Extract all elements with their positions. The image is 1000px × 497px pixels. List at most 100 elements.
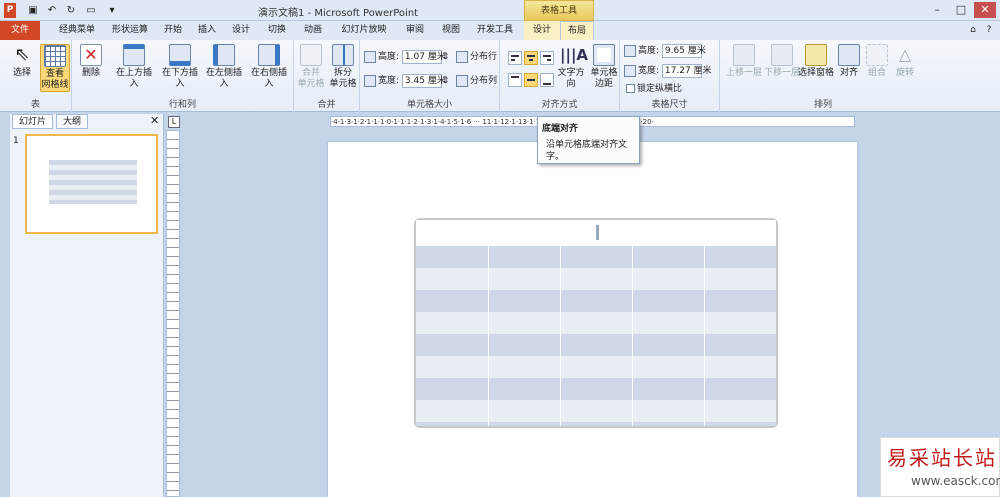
align-right-button[interactable] xyxy=(540,51,554,65)
tab-file[interactable]: 文件 xyxy=(0,21,40,40)
align-middle-button[interactable] xyxy=(524,73,538,87)
tab-classic-menu[interactable]: 经典菜单 xyxy=(54,21,100,40)
cell-height-spinner-icon[interactable]: ⇕ xyxy=(442,52,450,62)
text-direction-button[interactable]: |||A 文字方向 xyxy=(556,44,589,90)
insert-above-button[interactable]: 在上方插入 xyxy=(112,44,156,90)
selection-pane-icon xyxy=(805,44,827,66)
row-height-icon xyxy=(364,50,376,63)
slide-thumbnail[interactable] xyxy=(25,134,158,234)
group-arrange: 上移一层 下移一层 选择窗格 对齐 组合 △ 旋转 排列 xyxy=(720,40,926,112)
ribbon: ⇖ 选择 查看 网格线 表 ✕ 删除 在上方插入 在下方插入 在左侧插入 在右侧… xyxy=(0,40,1000,112)
group-objects-button[interactable]: 组合 xyxy=(864,44,890,79)
tooltip: 底端对齐 沿单元格底端对齐文字。 xyxy=(537,116,640,164)
slide-table[interactable] xyxy=(414,218,778,428)
insert-above-icon xyxy=(123,44,145,66)
lock-aspect-checkbox[interactable] xyxy=(626,84,635,93)
align-objects-button[interactable]: 对齐 xyxy=(836,44,862,79)
send-backward-icon xyxy=(771,44,793,66)
tab-table-layout[interactable]: 布局 xyxy=(560,21,594,40)
table-height-row: 高度: 9.65 厘米 xyxy=(624,44,706,58)
cell-height-input[interactable]: 1.07 厘米 xyxy=(401,50,446,64)
tab-slides[interactable]: 幻灯片 xyxy=(12,114,54,129)
bring-forward-icon xyxy=(733,44,755,66)
tab-table-design[interactable]: 设计 xyxy=(524,21,560,40)
lock-aspect-ratio[interactable]: 锁定纵横比 xyxy=(626,82,682,96)
bring-forward-button[interactable]: 上移一层 xyxy=(724,44,764,79)
rotate-button[interactable]: △ 旋转 xyxy=(892,44,918,79)
column-divider xyxy=(704,246,705,426)
group-rows-columns: ✕ 删除 在上方插入 在下方插入 在左侧插入 在右侧插入 行和列 xyxy=(72,40,294,112)
table-width-input[interactable]: 17.27 厘米 xyxy=(661,64,712,78)
text-direction-icon: |||A xyxy=(560,46,589,64)
help-icon[interactable]: ? xyxy=(982,21,996,40)
powerpoint-logo-icon: P xyxy=(4,3,16,18)
group-table: ⇖ 选择 查看 网格线 表 xyxy=(0,40,72,112)
tab-view[interactable]: 视图 xyxy=(438,21,464,40)
save-icon[interactable]: ▣ xyxy=(26,3,40,18)
cell-margins-button[interactable]: 单元格 边距 xyxy=(590,44,618,90)
tab-home[interactable]: 开始 xyxy=(160,21,186,40)
tab-transitions[interactable]: 切换 xyxy=(264,21,290,40)
tab-design[interactable]: 设计 xyxy=(228,21,254,40)
tab-developer[interactable]: 开发工具 xyxy=(472,21,518,40)
view-gridlines-button[interactable]: 查看 网格线 xyxy=(40,44,70,92)
split-cells-button[interactable]: 拆分 单元格 xyxy=(328,44,358,90)
selection-pane-button[interactable]: 选择窗格 xyxy=(798,44,834,79)
cell-height-row: 高度: 1.07 厘米⇕ xyxy=(364,50,449,64)
tab-slideshow[interactable]: 幻灯片放映 xyxy=(338,21,390,40)
quick-access-menu-icon[interactable]: ▾ xyxy=(104,3,120,18)
group-alignment: |||A 文字方向 单元格 边距 对齐方式 xyxy=(500,40,620,112)
table-height-icon xyxy=(624,44,636,57)
distribute-columns-button[interactable]: 分布列 xyxy=(456,74,497,88)
send-backward-button[interactable]: 下移一层 xyxy=(762,44,802,79)
merge-cells-button[interactable]: 合并 单元格 xyxy=(296,44,326,90)
help-collapse-icon[interactable]: ⌂ xyxy=(966,21,980,40)
redo-icon[interactable]: ↻ xyxy=(64,3,78,18)
column-width-icon xyxy=(364,74,376,87)
close-icon[interactable]: ✕ xyxy=(974,2,996,18)
align-left-button[interactable] xyxy=(508,51,522,65)
vertical-ruler xyxy=(166,130,180,497)
tab-outline[interactable]: 大纲 xyxy=(56,114,89,129)
undo-icon[interactable]: ↶ xyxy=(44,3,60,18)
align-top-button[interactable] xyxy=(508,73,522,87)
tab-insert[interactable]: 插入 xyxy=(194,21,220,40)
tab-selector-icon[interactable]: L xyxy=(168,116,180,128)
tab-shape-ops[interactable]: 形状运算 xyxy=(108,21,152,40)
align-objects-icon xyxy=(838,44,860,66)
insert-right-button[interactable]: 在右侧插入 xyxy=(247,44,291,90)
insert-below-button[interactable]: 在下方插入 xyxy=(158,44,202,90)
maximize-icon[interactable]: □ xyxy=(950,2,972,18)
tab-animations[interactable]: 动画 xyxy=(300,21,326,40)
cell-width-input[interactable]: 3.45 厘米 xyxy=(401,74,446,88)
table-height-input[interactable]: 9.65 厘米 xyxy=(661,44,706,58)
insert-left-button[interactable]: 在左侧插入 xyxy=(202,44,246,90)
distribute-rows-button[interactable]: 分布行 xyxy=(456,50,497,64)
tab-review[interactable]: 审阅 xyxy=(402,21,428,40)
distribute-columns-icon xyxy=(456,74,468,87)
close-panel-icon[interactable]: ✕ xyxy=(150,114,159,127)
table-header-row[interactable] xyxy=(416,220,776,246)
insert-left-icon xyxy=(213,44,235,66)
tooltip-description: 沿单元格底端对齐文字。 xyxy=(546,140,628,162)
distribute-rows-icon xyxy=(456,50,468,63)
insert-below-icon xyxy=(169,44,191,66)
table-tools-header: 表格工具 xyxy=(524,0,594,21)
watermark-brand: 易采站长站 xyxy=(887,446,997,470)
cell-margins-icon xyxy=(593,44,615,66)
column-divider xyxy=(488,246,489,426)
cell-width-spinner-icon[interactable]: ⇕ xyxy=(442,76,450,86)
column-divider xyxy=(632,246,633,426)
minimize-icon[interactable]: – xyxy=(926,2,948,18)
delete-button[interactable]: ✕ 删除 xyxy=(78,44,104,79)
gridlines-icon xyxy=(44,45,66,67)
window-title: 演示文稿1 - Microsoft PowerPoint xyxy=(258,8,419,19)
table-body[interactable] xyxy=(416,246,776,426)
tooltip-title: 底端对齐 xyxy=(542,124,579,134)
align-center-button[interactable] xyxy=(524,51,538,65)
select-button[interactable]: ⇖ 选择 xyxy=(8,44,36,79)
align-bottom-button[interactable] xyxy=(540,73,554,87)
group-cell-size: 高度: 1.07 厘米⇕ 分布行 宽度: 3.45 厘米⇕ 分布列 单元格大小 xyxy=(360,40,500,112)
new-slide-icon[interactable]: ▭ xyxy=(82,3,100,18)
watermark-url: www.easck.com xyxy=(911,474,1000,488)
